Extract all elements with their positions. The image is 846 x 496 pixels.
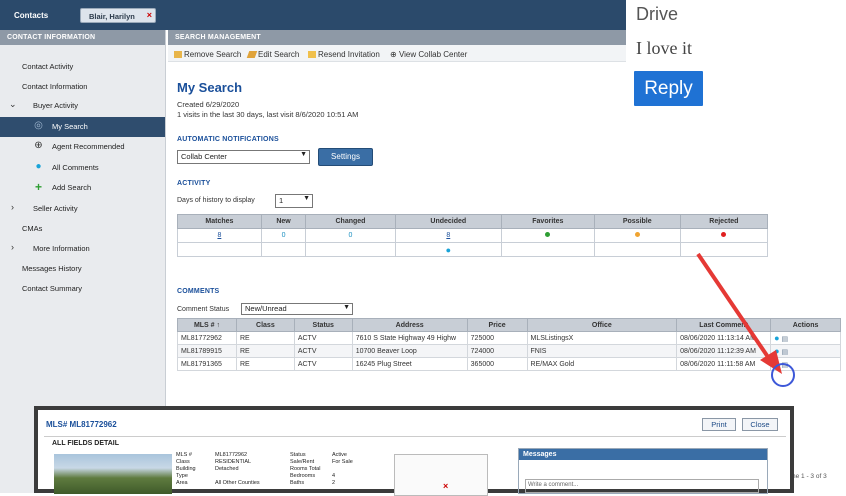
highlight-circle	[771, 363, 795, 387]
comment-overlay: Drive I love it Reply	[626, 0, 846, 112]
red-arrow-line	[696, 252, 772, 362]
comment-text-drive: Drive	[636, 4, 679, 24]
reply-button[interactable]: Reply	[634, 71, 703, 106]
comment-text: I love it	[636, 38, 692, 58]
